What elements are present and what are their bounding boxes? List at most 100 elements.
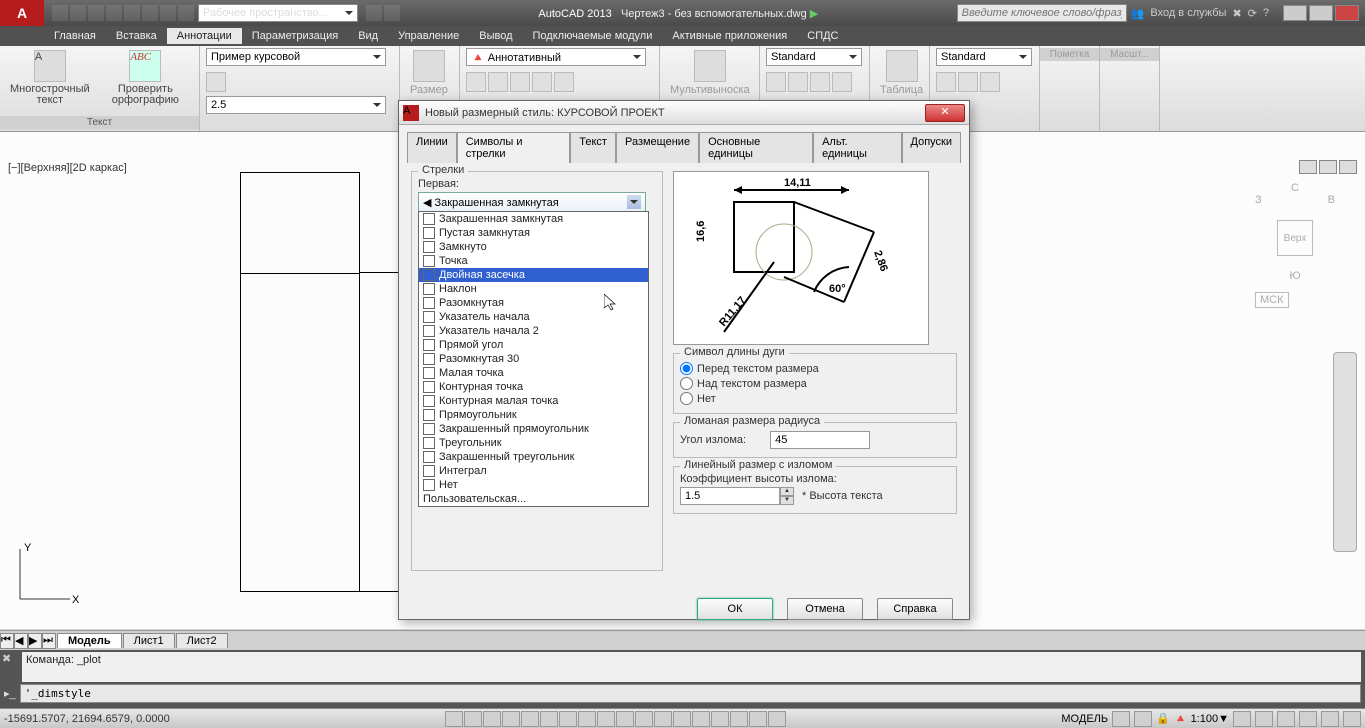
arrow-option[interactable]: Интеграл (419, 464, 648, 478)
first-arrow-value: Закрашенная замкнутая (435, 197, 559, 209)
arrow-option[interactable]: Указатель начала 2 (419, 324, 648, 338)
arrow-option-label: Прямой угол (439, 339, 503, 351)
arrow-option-icon (423, 339, 435, 351)
arrow-option-icon (423, 311, 435, 323)
arrow-option-icon (423, 227, 435, 239)
arrow-option-label: Нет (439, 479, 458, 491)
dialog-tabs: Линии Символы и стрелки Текст Размещение… (399, 125, 969, 162)
jog-angle-input[interactable] (770, 431, 870, 449)
arrow-option-label: Закрашенная замкнутая (439, 213, 563, 225)
arrow-option-label: Интеграл (439, 465, 487, 477)
arrow-option[interactable]: Закрашенная замкнутая (419, 212, 648, 226)
arrow-option-icon (423, 437, 435, 449)
spin-up[interactable]: ▲ (780, 487, 794, 496)
arrow-option-label: Контурная малая точка (439, 395, 558, 407)
dialog-titlebar[interactable]: A Новый размерный стиль: КУРСОВОЙ ПРОЕКТ… (399, 101, 969, 125)
arrow-option-label: Разомкнутая 30 (439, 353, 519, 365)
arrow-option-label: Наклон (439, 283, 477, 295)
first-arrow-label: Первая: (418, 178, 656, 190)
arrow-option-label: Указатель начала (439, 311, 530, 323)
linjog-group-title: Линейный размер с изломом (680, 459, 836, 471)
dialog-app-icon: A (403, 105, 419, 121)
arrow-option-icon (423, 213, 435, 225)
dimstyle-preview: 14,11 16,6 2,86 R11,17 60° (673, 171, 929, 345)
arrow-option[interactable]: Разомкнутая 30 (419, 352, 648, 366)
arrow-option[interactable]: Треугольник (419, 436, 648, 450)
arrow-option[interactable]: Контурная точка (419, 380, 648, 394)
arrow-option[interactable]: Малая точка (419, 366, 648, 380)
arrow-option-icon (423, 409, 435, 421)
arrow-option[interactable]: Наклон (419, 282, 648, 296)
arrows-group-title: Стрелки (418, 164, 468, 176)
cancel-button[interactable]: Отмена (787, 598, 863, 620)
arrow-option[interactable]: Пустая замкнутая (419, 226, 648, 240)
help-button[interactable]: Справка (877, 598, 953, 620)
arc-above-radio[interactable] (680, 377, 693, 390)
tab-primary-units[interactable]: Основные единицы (699, 132, 813, 163)
arrow-option-icon (423, 297, 435, 309)
arrow-option[interactable]: Нет (419, 478, 648, 492)
arc-before-label: Перед текстом размера (697, 363, 819, 375)
arc-symbol-group-title: Символ длины дуги (680, 346, 789, 358)
arrow-option[interactable]: Контурная малая точка (419, 394, 648, 408)
modal-overlay: A Новый размерный стиль: КУРСОВОЙ ПРОЕКТ… (0, 0, 1365, 728)
arrow-option[interactable]: Прямоугольник (419, 408, 648, 422)
arrow-option-label: Треугольник (439, 437, 502, 449)
svg-text:16,6: 16,6 (695, 221, 707, 242)
jog-angle-label: Угол излома: (680, 434, 746, 446)
arrow-option[interactable]: Замкнуто (419, 240, 648, 254)
arrow-option[interactable]: Разомкнутая (419, 296, 648, 310)
arrow-option-icon (423, 479, 435, 491)
tab-symbols-arrows[interactable]: Символы и стрелки (457, 132, 571, 163)
ok-button[interactable]: ОК (697, 598, 773, 620)
arrow-option-icon (423, 269, 435, 281)
dialog-title: Новый размерный стиль: КУРСОВОЙ ПРОЕКТ (425, 107, 925, 119)
svg-text:60°: 60° (829, 283, 846, 295)
arrow-option-icon (423, 423, 435, 435)
svg-text:R11,17: R11,17 (717, 294, 749, 328)
arrow-dropdown-list[interactable]: Закрашенная замкнутая Пустая замкнутая Зам… (418, 211, 649, 507)
arrow-option-label: Пустая замкнутая (439, 227, 530, 239)
arrow-option[interactable]: Пользовательская... (419, 492, 648, 506)
tab-text[interactable]: Текст (570, 132, 616, 163)
linjog-factor-label: Коэффициент высоты излома: (680, 473, 950, 485)
arrow-option-label: Указатель начала 2 (439, 325, 539, 337)
dimstyle-dialog: A Новый размерный стиль: КУРСОВОЙ ПРОЕКТ… (398, 100, 970, 620)
arrow-option-label: Замкнуто (439, 241, 487, 253)
arrow-option-label: Закрашенный прямоугольник (439, 423, 589, 435)
arc-above-label: Над текстом размера (697, 378, 807, 390)
arrow-option-label: Прямоугольник (439, 409, 517, 421)
arc-none-radio[interactable] (680, 392, 693, 405)
arrow-option-icon (423, 395, 435, 407)
arrow-option-icon (423, 367, 435, 379)
arrow-option[interactable]: Прямой угол (419, 338, 648, 352)
tab-tolerances[interactable]: Допуски (902, 132, 961, 163)
arrow-option-icon (423, 325, 435, 337)
spin-down[interactable]: ▼ (780, 496, 794, 505)
dialog-close-button[interactable]: ✕ (925, 104, 965, 122)
arc-none-label: Нет (697, 393, 716, 405)
tab-alt-units[interactable]: Альт. единицы (813, 132, 901, 163)
arrow-option-icon (423, 451, 435, 463)
arrow-option[interactable]: Двойная засечка (419, 268, 648, 282)
arrow-option-icon (423, 465, 435, 477)
arrow-option[interactable]: Закрашенный треугольник (419, 450, 648, 464)
tab-lines[interactable]: Линии (407, 132, 457, 163)
arrow-option-icon (423, 255, 435, 267)
arc-before-radio[interactable] (680, 362, 693, 375)
svg-text:2,86: 2,86 (871, 249, 890, 273)
linjog-input[interactable] (680, 487, 780, 505)
preview-dim-text: 14,11 (784, 177, 811, 189)
arrow-option[interactable]: Точка (419, 254, 648, 268)
first-arrow-combo[interactable]: ◀ Закрашенная замкнутая (418, 192, 646, 212)
arrow-option-icon (423, 381, 435, 393)
arrow-option-label: Контурная точка (439, 381, 523, 393)
arrow-option-icon (423, 241, 435, 253)
arrow-option-label: Двойная засечка (439, 269, 525, 281)
arrow-option-icon (423, 283, 435, 295)
arrow-option[interactable]: Закрашенный прямоугольник (419, 422, 648, 436)
linjog-spinner[interactable]: ▲▼ (680, 487, 794, 505)
tab-fit[interactable]: Размещение (616, 132, 699, 163)
arrow-option[interactable]: Указатель начала (419, 310, 648, 324)
arrow-option-label: Разомкнутая (439, 297, 504, 309)
